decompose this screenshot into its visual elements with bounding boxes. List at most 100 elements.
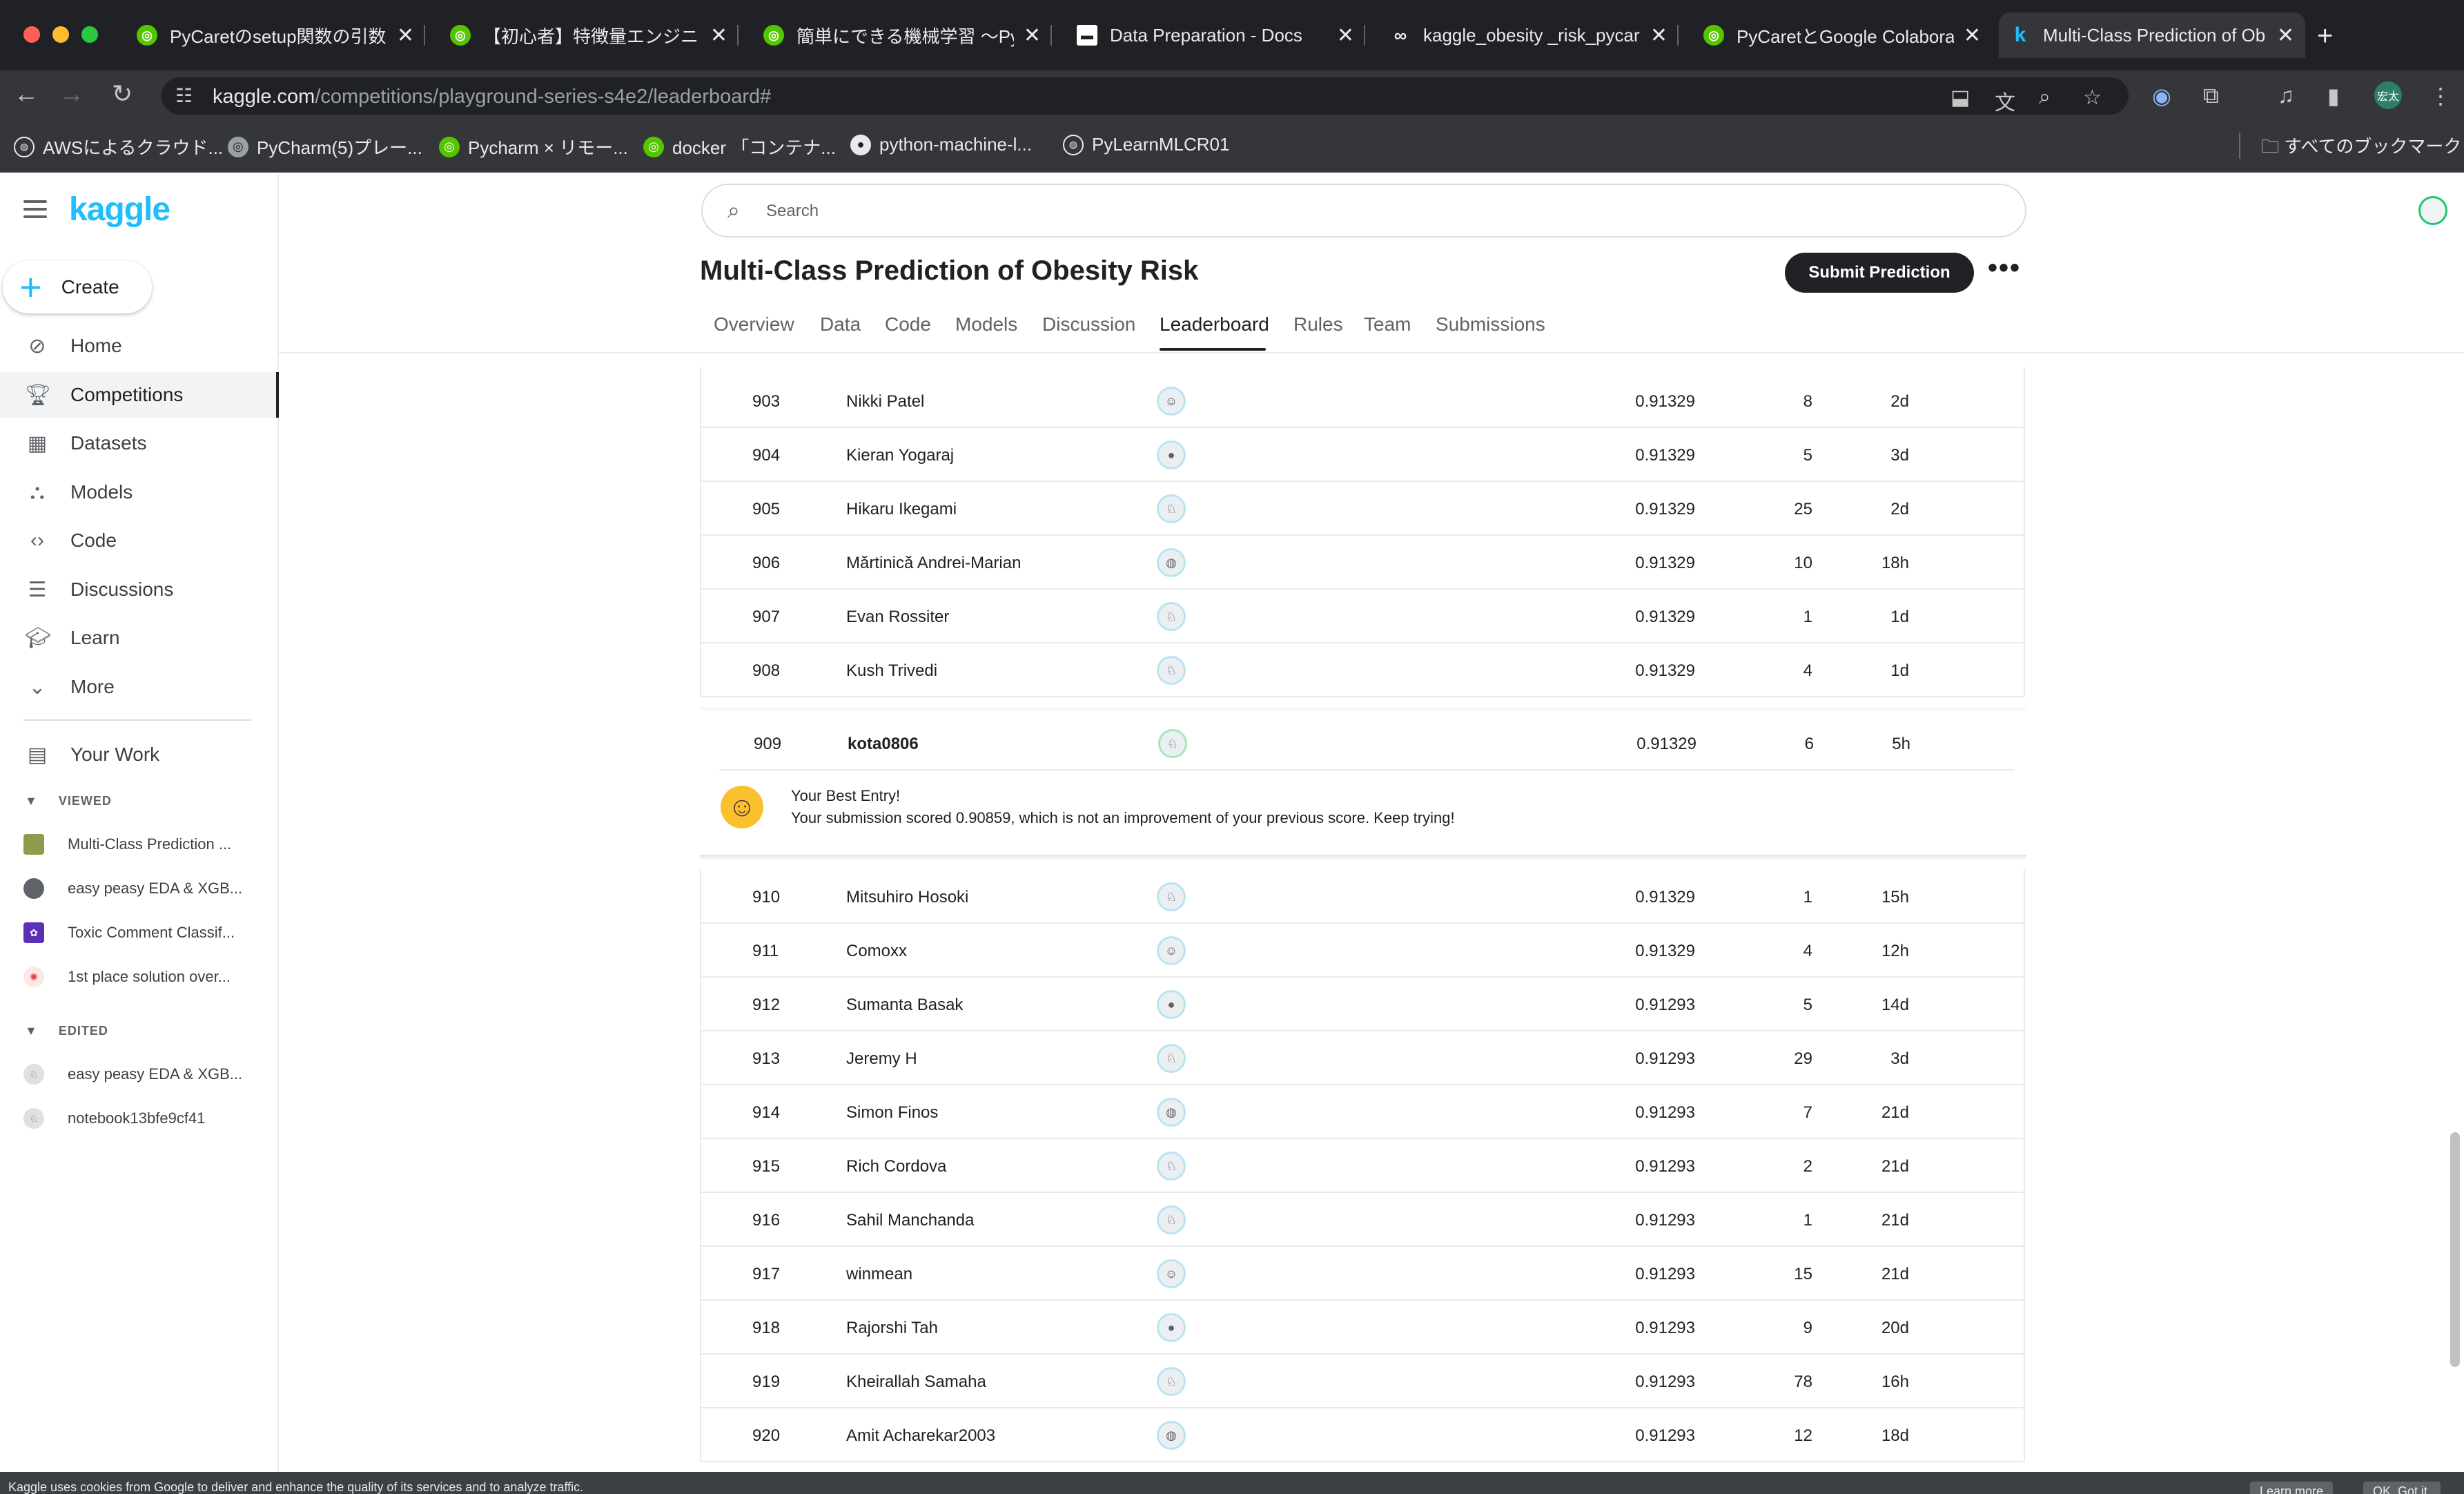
team-name[interactable]: Evan Rossiter	[846, 608, 949, 627]
table-row[interactable]: 905 Hikaru Ikegami 0.91329 25 2d ♘	[700, 482, 2025, 536]
browser-tab[interactable]: ◎ PyCaretのsetup関数の引数に ✕	[126, 12, 425, 58]
nav-home[interactable]: ⊘ Home	[0, 323, 279, 369]
recent-item[interactable]: ✿ Toxic Comment Classif...	[23, 919, 258, 947]
team-avatar-icon[interactable]: ♘	[1157, 1152, 1186, 1181]
team-name[interactable]: Comoxx	[846, 942, 907, 961]
recent-item[interactable]: ✺ 1st place solution over...	[23, 963, 258, 991]
team-avatar-icon[interactable]: ☺	[1157, 1259, 1186, 1288]
team-name[interactable]: Kieran Yogaraj	[846, 446, 954, 465]
my-entry-card[interactable]: 909 kota0806 ♘ 0.91329 6 5h ☺ Your Best …	[700, 710, 2026, 855]
forward-button[interactable]: →	[59, 80, 84, 108]
team-avatar-icon[interactable]: ♘	[1157, 602, 1186, 631]
nav-models[interactable]: ⛬ Models	[0, 469, 279, 515]
maximize-window-button[interactable]	[81, 26, 98, 43]
tab-models[interactable]: Models	[955, 313, 1017, 336]
tab-rules[interactable]: Rules	[1293, 313, 1343, 336]
bookmark-item[interactable]: ◎ PyCharm(5)プレー...	[228, 134, 422, 159]
learn-more-button[interactable]: Learn more	[2250, 1482, 2334, 1494]
install-app-icon[interactable]: ⬓	[1950, 86, 1970, 110]
translate-icon[interactable]: 文	[1995, 86, 2015, 116]
nav-your-work[interactable]: ▤ Your Work	[0, 732, 279, 777]
close-window-button[interactable]	[23, 26, 40, 43]
back-button[interactable]: ←	[14, 80, 39, 108]
search-input[interactable]: ⌕ Search	[701, 184, 2026, 237]
zoom-icon[interactable]: ⌕	[2039, 86, 2051, 109]
new-tab-button[interactable]: +	[2317, 21, 2333, 52]
team-avatar-icon[interactable]: ◍	[1157, 548, 1186, 577]
tab-discussion[interactable]: Discussion	[1042, 313, 1135, 336]
edited-section-header[interactable]: ▼ EDITED	[25, 1024, 108, 1038]
team-avatar-icon[interactable]: ♘	[1157, 1205, 1186, 1234]
menu-icon[interactable]	[23, 200, 47, 223]
close-tab-icon[interactable]: ✕	[1024, 23, 1041, 48]
table-row[interactable]: 907 Evan Rossiter 0.91329 1 1d ♘	[700, 590, 2025, 643]
recent-item[interactable]: Multi-Class Prediction ...	[23, 831, 258, 858]
team-name[interactable]: Rich Cordova	[846, 1157, 946, 1176]
table-row[interactable]: 911 Comoxx 0.91329 4 12h ☺	[700, 924, 2025, 978]
viewed-section-header[interactable]: ▼ VIEWED	[25, 794, 112, 808]
kaggle-logo[interactable]: kaggle	[69, 191, 170, 229]
nav-datasets[interactable]: ▦ Datasets	[0, 420, 279, 466]
team-name[interactable]: Nikki Patel	[846, 392, 924, 411]
bookmark-item[interactable]: ● python-machine-l...	[850, 134, 1032, 155]
recent-item[interactable]: ♘ notebook13bfe9cf41	[23, 1105, 258, 1132]
profile-avatar[interactable]: 宏太	[2374, 81, 2402, 109]
bookmark-star-icon[interactable]: ☆	[2083, 86, 2102, 110]
close-tab-icon[interactable]: ✕	[1964, 23, 1981, 48]
nav-learn[interactable]: 🎓︎ Learn	[0, 615, 279, 661]
extension-lens-icon[interactable]: ◉	[2152, 83, 2171, 109]
team-avatar-icon[interactable]: ☺	[1157, 387, 1186, 416]
table-row[interactable]: 912 Sumanta Basak 0.91293 5 14d ●	[700, 978, 2025, 1031]
team-name[interactable]: Rajorshi Tah	[846, 1319, 938, 1338]
create-button[interactable]: + Create	[3, 261, 152, 313]
team-name[interactable]: winmean	[846, 1265, 912, 1284]
nav-discussions[interactable]: ☰ Discussions	[0, 567, 279, 612]
team-name[interactable]: Kush Trivedi	[846, 661, 937, 681]
close-tab-icon[interactable]: ✕	[2277, 23, 2294, 48]
team-name[interactable]: Simon Finos	[846, 1103, 938, 1123]
user-avatar[interactable]	[2418, 196, 2447, 225]
browser-tab[interactable]: ◎ 簡単にできる機械学習 〜PyCa ✕	[752, 12, 1052, 58]
browser-tab[interactable]: ▬ Data Preparation - Docs ✕	[1066, 12, 1365, 58]
table-row[interactable]: 904 Kieran Yogaraj 0.91329 5 3d ●	[700, 428, 2025, 482]
table-row[interactable]: 906 Mărtinică Andrei-Marian 0.91329 10 18h ◍	[700, 536, 2025, 590]
reload-button[interactable]: ↻	[112, 80, 133, 108]
close-tab-icon[interactable]: ✕	[1337, 23, 1354, 48]
tab-code[interactable]: Code	[885, 313, 931, 336]
my-avatar-icon[interactable]: ♘	[1158, 729, 1187, 758]
table-row[interactable]: 908 Kush Trivedi 0.91329 4 1d ♘	[700, 643, 2025, 697]
nav-competitions[interactable]: 🏆︎ Competitions	[0, 372, 279, 418]
team-avatar-icon[interactable]: ♘	[1157, 1044, 1186, 1073]
team-name[interactable]: Jeremy H	[846, 1049, 917, 1069]
team-avatar-icon[interactable]: ●	[1157, 440, 1186, 469]
bookmark-item[interactable]: ◍ PyLearnMLCR01	[1063, 134, 1229, 155]
bookmark-item[interactable]: ◍ AWSによるクラウド...	[14, 134, 223, 159]
media-controls-icon[interactable]: ♫	[2278, 83, 2294, 108]
team-avatar-icon[interactable]: ♘	[1157, 494, 1186, 523]
more-options-icon[interactable]: •••	[1988, 254, 2021, 282]
extensions-puzzle-icon[interactable]: ⧉	[2203, 83, 2219, 109]
close-tab-icon[interactable]: ✕	[710, 23, 727, 48]
team-avatar-icon[interactable]: ●	[1157, 990, 1186, 1019]
team-avatar-icon[interactable]: ♘	[1157, 882, 1186, 911]
tab-data[interactable]: Data	[820, 313, 861, 336]
recent-item[interactable]: ♘ easy peasy EDA & XGB...	[23, 1060, 258, 1088]
table-row[interactable]: 915 Rich Cordova 0.91293 2 21d ♘	[700, 1139, 2025, 1193]
table-row[interactable]: 913 Jeremy H 0.91293 29 3d ♘	[700, 1031, 2025, 1085]
team-avatar-icon[interactable]: ♘	[1157, 656, 1186, 685]
browser-tab-active[interactable]: k Multi-Class Prediction of Ob ✕	[1999, 12, 2305, 58]
nav-more[interactable]: ⌄ More	[0, 664, 279, 710]
table-row[interactable]: 918 Rajorshi Tah 0.91293 9 20d ●	[700, 1301, 2025, 1355]
team-name[interactable]: Mărtinică Andrei-Marian	[846, 554, 1021, 573]
team-name[interactable]: Amit Acharekar2003	[846, 1426, 995, 1446]
nav-code[interactable]: ‹› Code	[0, 518, 279, 563]
team-name[interactable]: Mitsuhiro Hosoki	[846, 888, 968, 907]
team-name[interactable]: Sumanta Basak	[846, 996, 963, 1015]
bookmark-item[interactable]: ◎ docker 「コンテナ...	[643, 134, 836, 159]
chrome-menu-icon[interactable]: ⋮	[2429, 83, 2452, 109]
close-tab-icon[interactable]: ✕	[1650, 23, 1668, 48]
team-avatar-icon[interactable]: ♘	[1157, 1367, 1186, 1396]
ok-got-it-button[interactable]: OK, Got it.	[2363, 1482, 2441, 1494]
table-row[interactable]: 914 Simon Finos 0.91293 7 21d ◍	[700, 1085, 2025, 1139]
tab-overview[interactable]: Overview	[714, 313, 794, 336]
